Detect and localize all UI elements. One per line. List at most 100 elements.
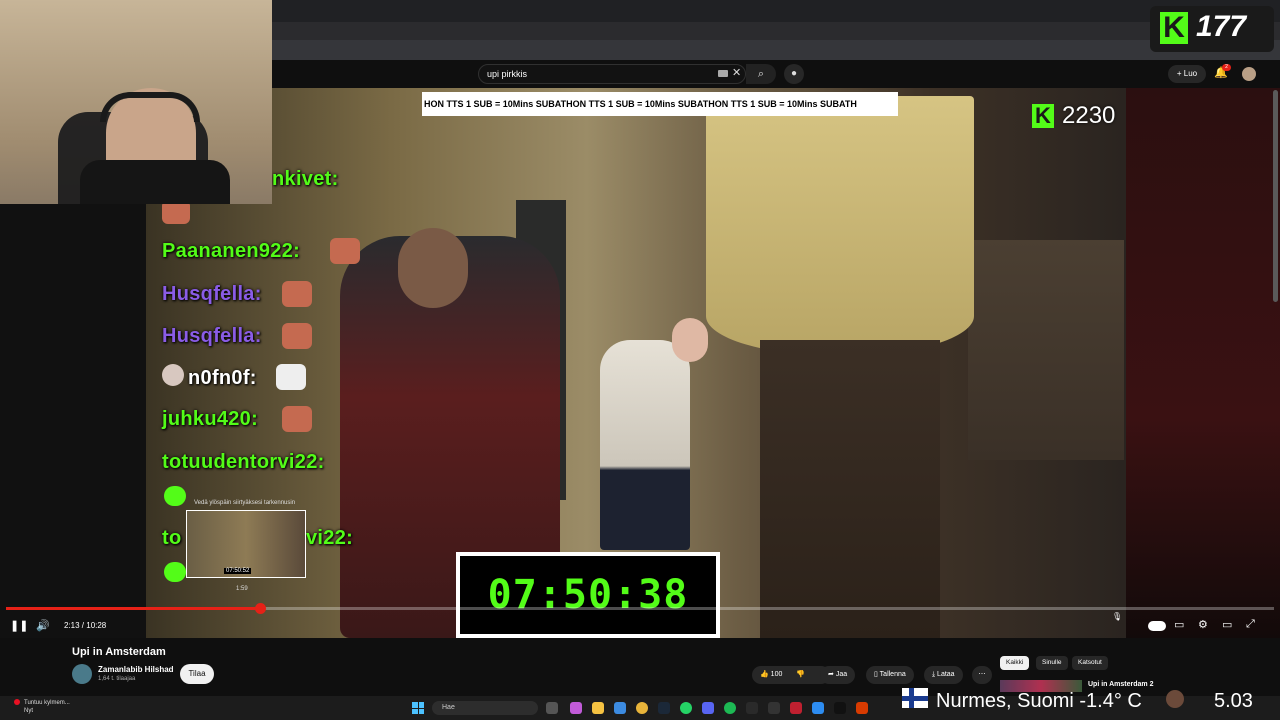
notification-badge: 2 <box>1222 64 1231 71</box>
notification-time: Nyt <box>24 708 33 714</box>
settings-gear-icon[interactable]: ⚙ <box>1198 618 1208 631</box>
volume-icon[interactable]: 🔊 <box>36 619 50 632</box>
like-icon[interactable]: 👍 <box>760 671 771 678</box>
app-icon[interactable] <box>768 702 780 714</box>
subscriber-count: 1,64 t. tilaajaa <box>98 676 136 682</box>
share-icon: ➦ <box>828 671 836 678</box>
scene-person-background <box>600 340 690 550</box>
chat-emote <box>282 406 312 432</box>
webcam-shirt <box>80 160 230 204</box>
whatsapp-icon[interactable] <box>680 702 692 714</box>
chat-emote <box>164 486 186 506</box>
taskbar-search[interactable]: Hae <box>432 701 538 715</box>
download-button[interactable]: ⤓ Lataa <box>924 666 963 684</box>
chat-username: nkivet: <box>272 168 339 190</box>
channel-name[interactable]: Zamanlabib Hilshad <box>98 665 174 674</box>
chip-for-you[interactable]: Sinulle <box>1036 656 1068 670</box>
search-input[interactable]: upi pirkkis <box>478 64 746 84</box>
clear-search-icon[interactable]: ✕ <box>732 66 741 79</box>
chat-username: Paananen922: <box>162 240 301 262</box>
page-scrollbar[interactable] <box>1273 90 1278 302</box>
mic-icon[interactable]: 🎙 <box>1112 612 1122 621</box>
chat-avatar <box>162 364 184 386</box>
tray-avatar <box>1166 690 1184 708</box>
subtitles-icon[interactable]: ▭ <box>1174 618 1184 631</box>
preview-hint: Vedä ylöspäin siirtyäksesi tarkennusin <box>194 500 296 506</box>
file-explorer-icon[interactable] <box>592 702 604 714</box>
kick-logo-icon: K <box>1160 12 1188 44</box>
chip-all[interactable]: Kaikki <box>1000 656 1030 670</box>
notification-dot-icon <box>14 699 20 705</box>
video-title: Upi in Amsterdam <box>72 646 166 658</box>
autoplay-toggle[interactable] <box>1148 621 1166 631</box>
kick-viewer-count: 177 <box>1196 10 1247 43</box>
time-display: 2:13 / 10:28 <box>64 621 107 630</box>
weather-widget[interactable]: Nurmes, Suomi -1.4° C <box>936 690 1142 713</box>
search-button[interactable]: ⌕ <box>746 64 776 84</box>
theater-mode-icon[interactable]: ▭ <box>1222 618 1232 631</box>
chrome-icon[interactable] <box>636 702 648 714</box>
pause-button[interactable]: ❚❚ <box>10 619 28 632</box>
progress-bar-fill <box>6 607 260 610</box>
chat-username: Husqfella: <box>162 325 262 347</box>
voice-search-button[interactable]: ● <box>784 64 804 84</box>
progress-scrubber[interactable] <box>254 603 266 614</box>
scene-lamp-stand <box>760 340 940 638</box>
channel-avatar[interactable] <box>72 664 92 684</box>
chat-username: vi22: <box>306 527 354 549</box>
chat-username: Husqfella: <box>162 283 262 305</box>
fullscreen-icon[interactable]: ⤢ <box>1246 618 1255 631</box>
browser-toolbar <box>272 40 1280 60</box>
spotify-icon[interactable] <box>724 702 736 714</box>
chat-emote <box>282 323 312 349</box>
like-dislike-group: 👍 100 👎 <box>752 666 830 684</box>
share-label: Jaa <box>835 671 848 678</box>
scene-lamp-shade <box>706 96 974 356</box>
app-icon[interactable] <box>790 702 802 714</box>
app-icon[interactable] <box>834 702 846 714</box>
steam-icon[interactable] <box>658 702 670 714</box>
save-button[interactable]: ▯ Tallenna <box>866 666 914 684</box>
discord-icon[interactable] <box>702 702 714 714</box>
create-button[interactable]: + Luo <box>1168 65 1206 83</box>
copilot-icon[interactable] <box>570 702 582 714</box>
hover-time: 1:59 <box>236 586 248 592</box>
up-next-title[interactable]: Upi in Amsterdam 2 <box>1088 681 1153 688</box>
youtube-header <box>272 60 1280 88</box>
chat-emote <box>164 562 186 582</box>
chat-username: to <box>162 527 182 549</box>
scene-mirror <box>968 240 1124 460</box>
taskbar-notification[interactable]: Tuntuu kylmem... Nyt <box>24 699 70 715</box>
scene-person-main-head <box>398 228 468 308</box>
account-avatar[interactable] <box>1242 67 1256 81</box>
notification-text: Tuntuu kylmem... <box>24 700 70 706</box>
browser-tab-strip <box>272 22 1280 40</box>
app-icon[interactable] <box>746 702 758 714</box>
app-icon[interactable] <box>856 702 868 714</box>
app-icon[interactable] <box>812 702 824 714</box>
chat-username: n0fn0f: <box>188 367 257 389</box>
video-frame-edge <box>1126 88 1280 638</box>
windows-start-icon[interactable] <box>412 702 424 714</box>
chat-emote <box>276 364 306 390</box>
headset-icon <box>100 92 200 122</box>
subathon-timer: 07:50:38 <box>456 552 720 638</box>
keyboard-icon[interactable] <box>718 70 728 77</box>
like-count[interactable]: 100 <box>771 671 783 678</box>
download-label: Lataa <box>937 671 955 678</box>
subscribe-button[interactable]: Tilaa <box>180 664 214 684</box>
taskbar-clock[interactable]: 5.03 <box>1214 690 1253 713</box>
chat-username: totuudentorvi22: <box>162 451 325 473</box>
more-actions-button[interactable]: ⋯ <box>972 666 992 684</box>
dislike-icon[interactable]: 👎 <box>796 671 805 678</box>
chat-emote <box>282 281 312 307</box>
mail-icon[interactable] <box>614 702 626 714</box>
preview-timer: 07:50:52 <box>224 568 252 574</box>
chip-watched[interactable]: Katsotut <box>1072 656 1108 670</box>
save-label: Tallenna <box>879 671 906 678</box>
share-button[interactable]: ➦ Jaa <box>820 666 856 684</box>
task-view-icon[interactable] <box>546 702 558 714</box>
finland-flag-icon <box>902 688 928 708</box>
kick-video-count: 2230 <box>1062 102 1116 129</box>
subathon-ticker: HON TTS 1 SUB = 10Mins SUBATHON TTS 1 SU… <box>422 92 898 116</box>
